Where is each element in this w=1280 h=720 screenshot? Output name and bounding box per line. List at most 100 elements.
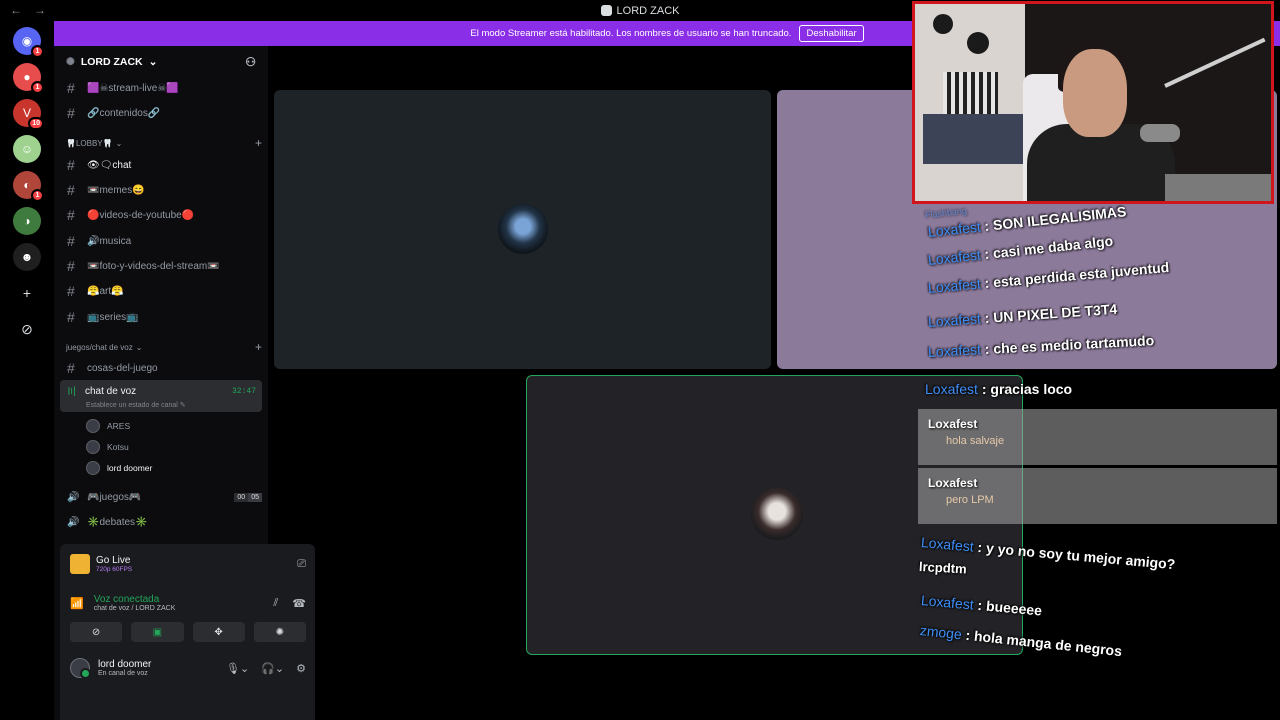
channel-item[interactable]: # 🔊musica [60, 230, 262, 252]
activities-button[interactable]: ✥ [192, 622, 245, 642]
back-button[interactable]: ← [10, 3, 22, 17]
mention-badge: 1 [31, 45, 44, 58]
voice-connected-channel[interactable]: chat de voz / LORD ZACK [94, 605, 176, 612]
camera-button[interactable]: ⊘ [70, 622, 123, 642]
voice-connected-title[interactable]: Voz conectada [94, 594, 176, 605]
channel-item[interactable]: # 📼foto-y-videos-del-stream📼 [60, 255, 262, 277]
channel-name: 📼foto-y-videos-del-stream📼 [87, 260, 220, 272]
user-panel: Go Live 720p 60FPS ⎚ 📶 Voz conectada cha… [60, 544, 315, 720]
channel-item[interactable]: # 🔴videos-de-youtube🔴 [60, 204, 262, 226]
chat-message-card: Loxafest pero LPM [918, 468, 1277, 524]
category-lobby[interactable]: 🦷LOBBY🦷 ⌄ + [66, 136, 262, 150]
hash-icon: # [67, 258, 75, 274]
channel-name: 🔴videos-de-youtube🔴 [87, 209, 195, 221]
stop-stream-icon[interactable]: ⎚ [297, 558, 306, 571]
channel-item[interactable]: # 📼memes😄 [60, 179, 262, 201]
server-icon-server-4[interactable]: ◐ 1 [13, 171, 44, 202]
chat-message-card: Loxafest hola salvaje [918, 409, 1277, 465]
voice-channel-juegos[interactable]: 🔊 🎮juegos🎮 00 05 [60, 486, 262, 508]
voice-user-name: Kotsu [107, 442, 129, 452]
speaker-icon: 🔊 [67, 516, 80, 528]
chat-username: Loxafest [928, 476, 978, 490]
channel-item[interactable]: # 🟪☠stream-live☠🟪 [60, 77, 262, 99]
voice-user-kotsu[interactable]: Kotsu [86, 440, 129, 454]
server-icon-server-5[interactable]: ◑ [13, 207, 41, 235]
server-icon-server-3[interactable]: ☺ [13, 135, 41, 163]
chat-username: lrcpdtm [918, 559, 967, 577]
hash-icon: # [67, 182, 75, 198]
voice-user-lord-doomer[interactable]: lord doomer [86, 461, 152, 475]
server-icon-server-2[interactable]: V 10 [13, 99, 44, 130]
channel-item[interactable]: # 🔗contenidos🔗 [60, 102, 262, 124]
explore-icon[interactable]: ⊘ [13, 315, 41, 343]
voice-user-name: lord doomer [107, 463, 153, 473]
voice-status[interactable]: Establece un estado de canal ✎ [66, 401, 256, 409]
mention-badge: 10 [28, 117, 44, 130]
channel-item[interactable]: # cosas-del-juego [60, 357, 262, 379]
user-status: En canal de voz [98, 670, 148, 677]
microphone-icon[interactable]: 🎙⌄ [226, 662, 249, 675]
guild-header[interactable]: ✺ LORD ZACK ⌄ ⚇ [54, 46, 268, 78]
add-channel-icon[interactable]: + [255, 340, 262, 354]
nav-buttons: ← → [10, 3, 46, 17]
hash-icon: # [67, 105, 75, 121]
server-icon-server-6[interactable]: ☻ [13, 243, 41, 271]
voice-channel-debates[interactable]: 🔊 ✳️debates✳️ [60, 511, 262, 533]
user-limit-pill: 00 05 [234, 492, 262, 502]
hash-icon: # [67, 233, 75, 249]
hash-icon: # [67, 80, 75, 96]
chat-text: hola salvaje [946, 435, 1005, 447]
category-label: 🦷LOBBY🦷 [66, 138, 113, 148]
go-live-title: Go Live [96, 555, 131, 566]
hash-icon: # [67, 157, 75, 173]
avatar[interactable] [70, 658, 91, 679]
headphones-icon[interactable]: 🎧⌄ [261, 662, 284, 675]
add-channel-icon[interactable]: + [255, 136, 262, 150]
server-icon [600, 5, 612, 16]
disconnect-icon[interactable]: ☎ [292, 597, 306, 610]
soundboard-button[interactable]: ✺ [253, 622, 306, 642]
channel-name: cosas-del-juego [87, 362, 158, 374]
add-server-icon[interactable]: + [13, 279, 41, 307]
channel-name: 😤art😤 [87, 285, 124, 297]
forward-button[interactable]: → [34, 3, 46, 17]
gear-icon[interactable]: ⚙ [296, 662, 306, 675]
disable-streamer-button[interactable]: Deshabilitar [799, 25, 864, 42]
category-games[interactable]: juegos/chat de voz ⌄ + [66, 340, 262, 354]
go-live-quality: 720p 60FPS [96, 566, 133, 573]
guild-boost-icon: ✺ [66, 56, 75, 68]
server-list: ◉ 1 ● 1 V 10 ☺ ◐ 1 ◑ ☻ + ⊘ [0, 21, 54, 720]
avatar [86, 440, 100, 454]
voice-timer: 32:47 [231, 386, 256, 396]
category-label: juegos/chat de voz [66, 342, 133, 352]
channel-item[interactable]: # 👁🗨chat [60, 154, 262, 176]
webcam-overlay [912, 1, 1274, 204]
server-icon-home[interactable]: ◉ 1 [13, 27, 44, 58]
chevron-down-icon: ⌄ [115, 138, 123, 148]
screen-share-button[interactable]: ▣ [131, 622, 184, 642]
voice-channel-active[interactable]: 〣 chat de voz 32:47 Establece un estado … [60, 380, 262, 412]
user-name: lord doomer [98, 659, 152, 670]
channel-item[interactable]: # 📺series📺 [60, 306, 262, 328]
hash-icon: # [67, 309, 75, 325]
voice-user-name: ARES [107, 421, 131, 431]
channel-name: 🎮juegos🎮 [87, 491, 142, 503]
signal-icon[interactable]: 📶 [70, 597, 84, 610]
channel-name: 📼memes😄 [87, 184, 145, 196]
chevron-down-icon: ⌄ [135, 342, 143, 352]
banner-text: El modo Streamer está habilitado. Los no… [470, 28, 792, 39]
voice-user-ares[interactable]: ARES [86, 419, 130, 433]
game-icon [70, 554, 90, 574]
speaker-icon: 🔊 [67, 491, 80, 503]
video-tile-ares[interactable] [274, 90, 771, 369]
chat-separator: : [977, 381, 991, 397]
channel-item[interactable]: # 😤art😤 [60, 280, 262, 302]
channel-sidebar: ✺ LORD ZACK ⌄ ⚇ # 🟪☠stream-live☠🟪 # 🔗conten… [54, 46, 315, 720]
avatar [86, 461, 100, 475]
mention-badge: 1 [31, 81, 44, 94]
noise-suppression-icon[interactable]: ⫽ [273, 597, 278, 610]
discord-window: ← → LORD ZACK ? — ☐ ✕ ◉1●1V10☺◐1◑☻+⊘ El … [0, 0, 1280, 720]
server-icon-server-1[interactable]: ● 1 [13, 63, 44, 94]
avatar [86, 419, 100, 433]
invite-icon[interactable]: ⚇ [245, 55, 256, 69]
